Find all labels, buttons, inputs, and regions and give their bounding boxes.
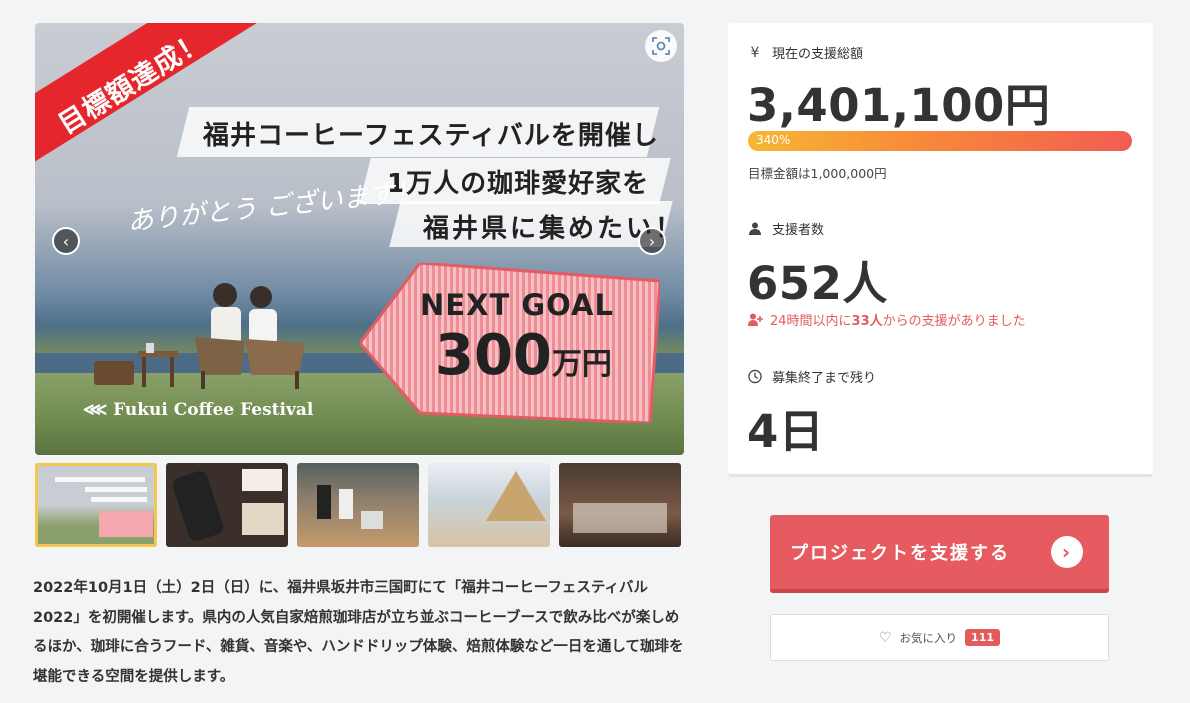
hero-headline-2: 1万人の珈琲愛好家を bbox=[387, 169, 650, 199]
chevron-left-icon: ‹ bbox=[62, 231, 70, 251]
next-goal-label: NEXT GOAL bbox=[420, 288, 614, 322]
thumbnail-2[interactable] bbox=[166, 463, 288, 547]
favorite-button[interactable]: ♡ お気に入り 111 bbox=[770, 614, 1109, 661]
heart-icon: ♡ bbox=[878, 629, 892, 646]
total-amount: 3,401,100円 bbox=[747, 79, 1051, 132]
remaining-days: 4日 bbox=[747, 405, 825, 458]
backers-count: 652人 bbox=[747, 257, 888, 310]
progress-percent: 340% bbox=[756, 133, 791, 147]
hero-headline-1: 福井コーヒーフェスティバルを開催し bbox=[203, 121, 659, 151]
total-label-row: ¥ 現在の支援総額 bbox=[748, 43, 864, 63]
carousel-next-button[interactable]: › bbox=[638, 227, 666, 255]
next-goal-amount: 300万円 bbox=[435, 323, 612, 388]
funding-progress-bar: 340% bbox=[748, 131, 1132, 151]
chevron-right-icon: › bbox=[648, 231, 656, 251]
support-button-label: プロジェクトを支援する bbox=[790, 543, 1010, 564]
thumbnail-strip bbox=[35, 463, 681, 547]
chevron-right-circle-icon: › bbox=[1051, 536, 1083, 568]
project-description: 2022年10月1日（土）2日（日）に、福井県坂井市三国町にて「福井コーヒーフェ… bbox=[33, 580, 684, 685]
funding-stats-card: ¥ 現在の支援総額 3,401,100円 340% 目標金額は1,000,000… bbox=[728, 23, 1153, 477]
user-plus-icon bbox=[748, 313, 763, 326]
thumbnail-4[interactable] bbox=[428, 463, 550, 547]
yen-icon: ¥ bbox=[750, 44, 760, 61]
target-amount: 目標金額は1,000,000円 bbox=[748, 166, 887, 181]
remaining-label: 募集終了まで残り bbox=[772, 371, 877, 386]
total-label: 現在の支援総額 bbox=[772, 47, 864, 62]
thumbnail-3[interactable] bbox=[297, 463, 419, 547]
zoom-scan-icon bbox=[652, 37, 670, 55]
remaining-label-row: 募集終了まで残り bbox=[748, 367, 876, 386]
clock-icon bbox=[748, 369, 762, 384]
favorite-label: お気に入り bbox=[899, 630, 958, 645]
favorite-count-badge: 111 bbox=[965, 629, 1001, 646]
recent-backers-notice: 24時間以内に33人からの支援がありました bbox=[748, 310, 1026, 329]
couple-on-chairs-illustration bbox=[195, 283, 305, 389]
backers-label-row: 支援者数 bbox=[748, 219, 824, 238]
thanks-handwriting: ありがとう ございます！ bbox=[126, 176, 422, 238]
thumbnail-5[interactable] bbox=[559, 463, 681, 547]
thumbnail-1[interactable] bbox=[35, 463, 157, 547]
zoom-button[interactable] bbox=[645, 30, 677, 62]
support-project-button[interactable]: プロジェクトを支援する › bbox=[770, 515, 1109, 593]
carousel-prev-button[interactable]: ‹ bbox=[52, 227, 80, 255]
main-visual: 目標額達成！ 福井コーヒーフェスティバルを開催し 1万人の珈琲愛好家を 福井県に… bbox=[35, 23, 684, 455]
backers-label: 支援者数 bbox=[772, 223, 825, 238]
brand-logo: ⋘ Fukui Coffee Festival bbox=[83, 400, 314, 420]
user-icon bbox=[748, 222, 762, 235]
